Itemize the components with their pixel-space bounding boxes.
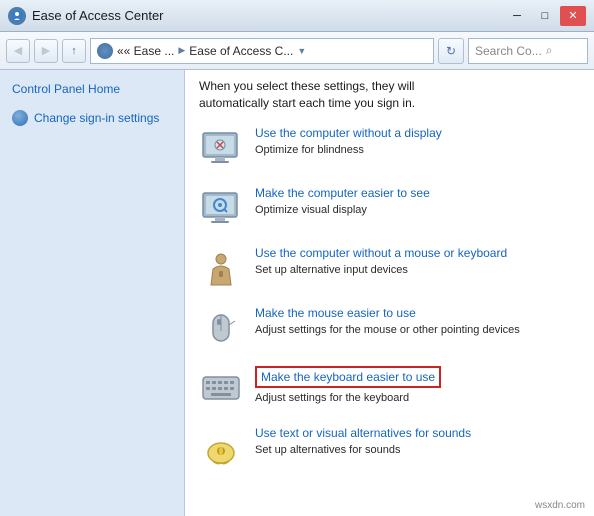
no-mouse-link[interactable]: Use the computer without a mouse or keyb… — [255, 246, 580, 260]
intro-text: When you select these settings, they wil… — [199, 78, 580, 112]
forward-button[interactable]: ▶ — [34, 39, 58, 63]
search-placeholder: Search Co... — [475, 44, 542, 58]
sounds-desc: Set up alternatives for sounds — [255, 444, 401, 456]
easier-see-link[interactable]: Make the computer easier to see — [255, 186, 580, 200]
list-item: Make the computer easier to see Optimize… — [199, 186, 580, 232]
sounds-link[interactable]: Use text or visual alternatives for soun… — [255, 426, 580, 440]
title-bar-left: Ease of Access Center — [8, 7, 164, 25]
sidebar-control-panel-home[interactable]: Control Panel Home — [12, 82, 172, 96]
refresh-button[interactable]: ↻ — [438, 38, 464, 64]
mouse-text: Make the mouse easier to use Adjust sett… — [255, 306, 580, 336]
list-item: Use the computer without a mouse or keyb… — [199, 246, 580, 292]
sounds-text: Use text or visual alternatives for soun… — [255, 426, 580, 456]
address-bar-input[interactable]: «« Ease ... ▶ Ease of Access C... ▼ — [90, 38, 434, 64]
no-display-desc: Optimize for blindness — [255, 144, 364, 156]
search-icon: ⌕ — [546, 43, 553, 58]
up-button[interactable]: ↑ — [62, 39, 86, 63]
window-title: Ease of Access Center — [32, 8, 164, 23]
easier-see-desc: Optimize visual display — [255, 204, 367, 216]
breadcrumb-icon — [97, 43, 113, 59]
mouse-icon — [199, 306, 245, 352]
search-box[interactable]: Search Co... ⌕ — [468, 38, 588, 64]
maximize-button[interactable]: □ — [532, 6, 558, 26]
easier-see-icon — [199, 186, 245, 232]
watermark: wsxdn.com — [532, 499, 588, 512]
intro-line1: When you select these settings, they wil… — [199, 79, 414, 93]
address-dropdown-arrow[interactable]: ▼ — [297, 46, 306, 56]
app-icon — [8, 7, 26, 25]
sidebar-person-icon — [12, 110, 28, 126]
no-mouse-text: Use the computer without a mouse or keyb… — [255, 246, 580, 276]
keyboard-desc: Adjust settings for the keyboard — [255, 392, 409, 404]
keyboard-text: Make the keyboard easier to use Adjust s… — [255, 366, 580, 404]
keyboard-link-highlighted: Make the keyboard easier to use — [255, 366, 441, 388]
intro-line2: automatically start each time you sign i… — [199, 96, 415, 110]
main-area: Control Panel Home Change sign-in settin… — [0, 70, 594, 516]
no-display-icon — [199, 126, 245, 172]
content-area: When you select these settings, they wil… — [185, 70, 594, 516]
no-mouse-desc: Set up alternative input devices — [255, 264, 408, 276]
no-display-text: Use the computer without a display Optim… — [255, 126, 580, 156]
no-display-link[interactable]: Use the computer without a display — [255, 126, 580, 140]
breadcrumb-arrow: ▶ — [178, 45, 185, 56]
close-button[interactable]: ✕ — [560, 6, 586, 26]
title-bar: Ease of Access Center ─ □ ✕ — [0, 0, 594, 32]
mouse-link[interactable]: Make the mouse easier to use — [255, 306, 580, 320]
list-item: Use text or visual alternatives for soun… — [199, 426, 580, 472]
sidebar: Control Panel Home Change sign-in settin… — [0, 70, 185, 516]
minimize-button[interactable]: ─ — [504, 6, 530, 26]
sidebar-change-signin-label[interactable]: Change sign-in settings — [34, 111, 159, 125]
address-bar: ◀ ▶ ↑ «« Ease ... ▶ Ease of Access C... … — [0, 32, 594, 70]
sounds-icon — [199, 426, 245, 472]
breadcrumb-1: «« Ease ... — [117, 44, 174, 58]
sidebar-change-signin[interactable]: Change sign-in settings — [12, 110, 172, 126]
keyboard-link[interactable]: Make the keyboard easier to use — [261, 370, 435, 384]
mouse-desc: Adjust settings for the mouse or other p… — [255, 324, 520, 336]
keyboard-icon — [199, 366, 245, 412]
easier-see-text: Make the computer easier to see Optimize… — [255, 186, 580, 216]
window-controls: ─ □ ✕ — [504, 6, 586, 26]
no-mouse-icon — [199, 246, 245, 292]
breadcrumb-2: Ease of Access C... — [189, 44, 293, 58]
list-item: Make the keyboard easier to use Adjust s… — [199, 366, 580, 412]
list-item: Make the mouse easier to use Adjust sett… — [199, 306, 580, 352]
back-button[interactable]: ◀ — [6, 39, 30, 63]
list-item: Use the computer without a display Optim… — [199, 126, 580, 172]
